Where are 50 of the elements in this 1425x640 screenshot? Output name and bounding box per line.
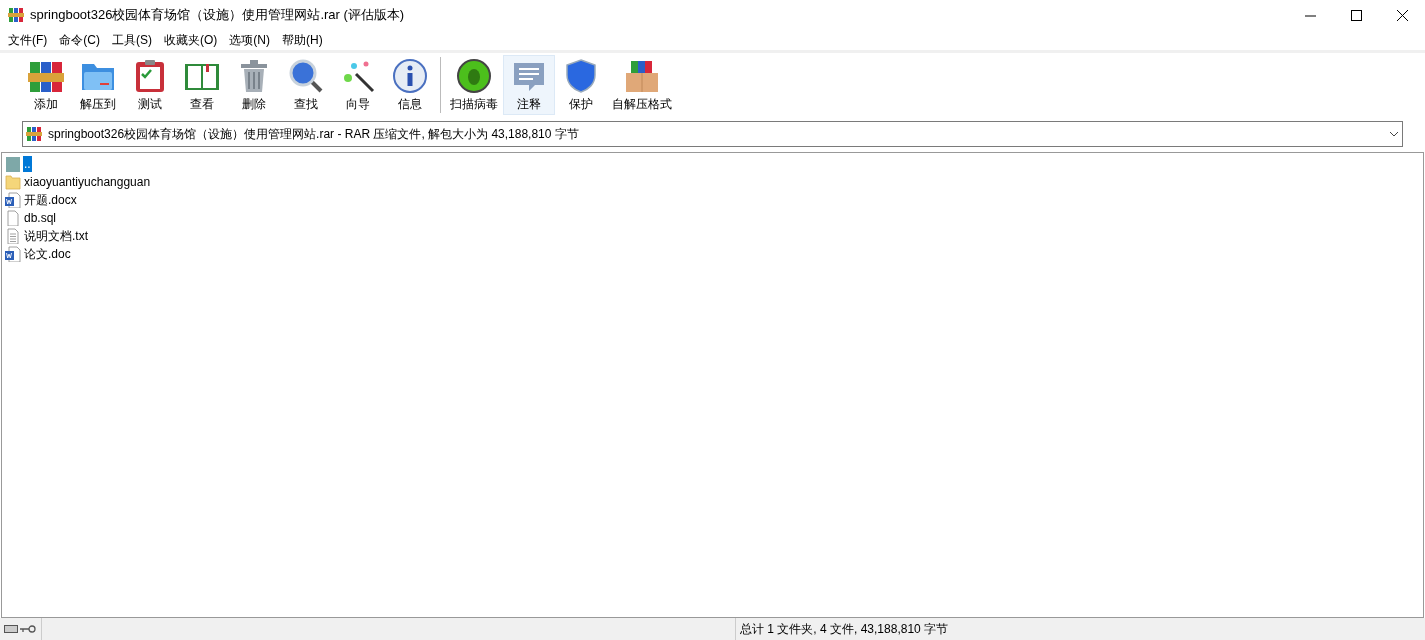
toolbar-button[interactable]: 注释 [503,54,555,115]
toolbar-button[interactable]: 添加 [20,54,72,115]
file-name: 说明文档.txt [23,228,89,244]
word-document-icon [5,246,21,262]
close-icon [1396,9,1408,21]
file-icon [5,210,21,226]
shield-icon [563,58,599,94]
menu-item[interactable]: 帮助(H) [276,30,329,50]
magnifier-icon [288,58,324,94]
toolbar-button[interactable]: 删除 [228,54,280,115]
key-icon [20,625,36,633]
chevron-down-icon [1389,131,1399,137]
file-row[interactable]: 论文.doc [5,245,1423,263]
toolbar-button[interactable]: 解压到 [72,54,124,115]
toolbar-button[interactable]: 向导 [332,54,384,115]
drive-icon [4,625,18,633]
menu-item[interactable]: 文件(F) [2,30,54,50]
box-icon [624,58,660,94]
toolbar-button[interactable]: 测试 [124,54,176,115]
file-row[interactable]: xiaoyuantiyuchangguan [5,173,1423,191]
archive-icon [26,126,42,142]
file-name: 开题.docx [23,192,78,208]
file-name: .. [23,156,32,172]
file-row[interactable]: 开题.docx [5,191,1423,209]
toolbar-button[interactable]: 扫描病毒 [445,54,503,115]
menu-item[interactable]: 命令(C) [53,30,106,50]
file-row[interactable]: db.sql [5,209,1423,227]
toolbar-button[interactable]: 保护 [555,54,607,115]
file-name: 论文.doc [23,246,72,262]
menu-item[interactable]: 工具(S) [106,30,158,50]
file-row[interactable]: 说明文档.txt [5,227,1423,245]
menu-item[interactable]: 收藏夹(O) [158,30,224,50]
path-text: springboot326校园体育场馆（设施）使用管理网站.rar - RAR 压缩文件, 解包大小为 43,188,810 字节 [48,126,579,143]
window-title: springboot326校园体育场馆（设施）使用管理网站.rar (评估版本) [30,6,405,25]
path-dropdown[interactable]: springboot326校园体育场馆（设施）使用管理网站.rar - RAR 压缩文件, 解包大小为 43,188,810 字节 [22,121,1403,147]
status-summary: 总计 1 文件夹, 4 文件, 43,188,810 字节 [735,618,1425,640]
file-name: xiaoyuantiyuchangguan [23,174,152,190]
text-file-icon [5,228,21,244]
file-name: db.sql [23,210,58,226]
toolbar-button[interactable]: 自解压格式 [607,54,677,115]
maximize-icon [1350,9,1362,21]
word-document-icon [5,192,21,208]
toolbar-button[interactable]: 信息 [384,54,436,115]
toolbar-button[interactable]: 查看 [176,54,228,115]
toolbar-button[interactable]: 查找 [280,54,332,115]
app-icon [8,7,24,23]
menu-item[interactable]: 选项(N) [223,30,276,50]
file-row[interactable]: .. [5,155,1423,173]
info-icon [392,58,428,94]
folder-icon [5,174,21,190]
